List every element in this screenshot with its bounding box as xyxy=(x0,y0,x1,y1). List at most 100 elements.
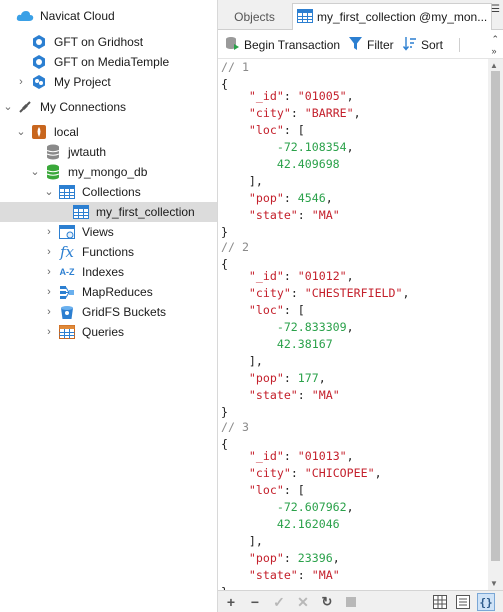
grid-view-icon[interactable] xyxy=(431,593,449,611)
field-id: "_id": "01013", xyxy=(248,449,354,463)
chevron-down-icon[interactable]: ⌄ xyxy=(3,102,13,113)
button-label: Begin Transaction xyxy=(244,38,341,52)
view-icon xyxy=(58,223,76,241)
json-document-view[interactable]: // 1 { "_id": "01005", "city": "BARRE", … xyxy=(218,59,488,590)
tree-item-label: Queries xyxy=(82,325,125,339)
tree-item-my-connections[interactable]: ⌄ My Connections xyxy=(0,97,217,117)
chevron-right-icon[interactable]: › xyxy=(16,77,26,88)
json-view-icon[interactable]: {} xyxy=(477,593,495,611)
sort-button[interactable]: Sort xyxy=(402,36,443,54)
field-loc: "loc": [ xyxy=(248,303,305,317)
scroll-down-arrow-icon[interactable]: ▼ xyxy=(490,579,498,588)
transaction-icon xyxy=(225,36,240,54)
chevron-right-icon[interactable]: › xyxy=(44,247,54,258)
tree-item-label: GridFS Buckets xyxy=(82,305,167,319)
vertical-scrollbar[interactable]: ▲ ▼ xyxy=(488,59,503,590)
tree-item-my-first-collection[interactable]: my_first_collection xyxy=(0,202,217,222)
tree-item-label: local xyxy=(54,125,79,139)
field-city: "city": "BARRE", xyxy=(248,106,361,120)
toolbar-overflow-chevron-icon[interactable]: ⌃» xyxy=(491,33,499,57)
filter-button[interactable]: Filter xyxy=(348,36,394,54)
chevron-right-icon[interactable]: › xyxy=(44,307,54,318)
server-icon xyxy=(30,33,48,51)
begin-transaction-button[interactable]: Begin Transaction xyxy=(225,36,340,54)
discard-x-icon[interactable]: ✕ xyxy=(295,594,311,610)
chevron-right-icon[interactable]: › xyxy=(44,227,54,238)
tree-item-collections[interactable]: ⌄ Collections xyxy=(0,182,217,202)
tree-item-label: My Project xyxy=(54,75,111,89)
navigation-tree: Navicat Cloud GFT on Gridhost GFT on Med… xyxy=(0,0,218,612)
field-city: "city": "CHICOPEE", xyxy=(248,466,382,480)
tab-my-first-collection[interactable]: my_first_collection @my_mon... xyxy=(292,3,492,30)
form-view-icon[interactable] xyxy=(454,593,472,611)
loc-latitude: 42.38167 xyxy=(276,337,333,351)
refresh-icon[interactable]: ↻ xyxy=(319,594,335,610)
tree-item-label: MapReduces xyxy=(82,285,153,299)
project-icon xyxy=(30,73,48,91)
field-city: "city": "CHESTERFIELD", xyxy=(248,286,410,300)
mongodb-leaf-icon xyxy=(30,123,48,141)
chevron-right-icon[interactable]: › xyxy=(44,267,54,278)
tree-item-label: GFT on MediaTemple xyxy=(54,55,170,69)
tree-item-gridfs-buckets[interactable]: › GridFS Buckets xyxy=(0,302,217,322)
index-az-icon: A-Z xyxy=(59,267,75,277)
tree-item-queries[interactable]: › Queries xyxy=(0,322,217,342)
tree-item-label: jwtauth xyxy=(68,145,107,159)
tab-overflow-menu-icon[interactable]: ☰ xyxy=(491,4,500,15)
tree-item-my-mongo-db[interactable]: ⌄ my_mongo_db xyxy=(0,162,217,182)
record-toolbar: + − ✓ ✕ ↻ {} xyxy=(218,590,503,612)
tree-item-label: Navicat Cloud xyxy=(40,9,115,23)
collection-table-icon xyxy=(58,183,76,201)
tree-item-jwtauth[interactable]: jwtauth xyxy=(0,142,217,162)
connection-plug-icon xyxy=(16,98,34,116)
mapreduce-icon xyxy=(58,283,76,301)
chevron-right-icon[interactable]: › xyxy=(44,327,54,338)
tree-item-views[interactable]: › Views xyxy=(0,222,217,242)
tree-item-label: my_first_collection xyxy=(96,205,195,219)
chevron-down-icon[interactable]: ⌄ xyxy=(30,167,40,178)
tree-item-label: Views xyxy=(82,225,114,239)
server-icon xyxy=(30,53,48,71)
tree-item-label: Indexes xyxy=(82,265,125,279)
scroll-up-arrow-icon[interactable]: ▲ xyxy=(490,61,498,70)
toolbar: Begin Transaction Filter Sort ⌃» xyxy=(218,31,503,59)
field-id: "_id": "01012", xyxy=(248,269,354,283)
chevron-down-icon[interactable]: ⌄ xyxy=(16,127,26,138)
tree-item-navicat-cloud[interactable]: Navicat Cloud xyxy=(0,6,217,26)
loc-longitude: -72.108354, xyxy=(276,140,354,154)
sort-icon xyxy=(402,36,417,54)
button-label: Filter xyxy=(367,38,394,52)
button-label: Sort xyxy=(421,38,444,52)
delete-record-minus-icon[interactable]: − xyxy=(247,594,263,610)
chevron-down-icon[interactable]: ⌄ xyxy=(44,187,54,198)
field-loc: "loc": [ xyxy=(248,123,305,137)
chevron-right-icon[interactable]: › xyxy=(44,287,54,298)
tab-objects[interactable]: Objects xyxy=(218,3,291,30)
tree-item-local[interactable]: ⌄ local xyxy=(0,122,217,142)
tab-bar: Objects my_first_collection @my_mon... ☰ xyxy=(218,0,503,30)
field-loc: "loc": [ xyxy=(248,483,305,497)
field-state: "state": "MA" xyxy=(248,388,340,402)
tab-label: my_first_collection @my_mon... xyxy=(317,10,487,24)
tree-item-mapreduces[interactable]: › MapReduces xyxy=(0,282,217,302)
document-comment: // 3 xyxy=(221,420,249,434)
field-state: "state": "MA" xyxy=(248,208,340,222)
apply-check-icon[interactable]: ✓ xyxy=(271,594,287,610)
tree-item-label: GFT on Gridhost xyxy=(54,35,144,49)
query-icon xyxy=(58,323,76,341)
stop-square-icon[interactable] xyxy=(343,594,359,610)
tree-item-my-project[interactable]: › My Project xyxy=(0,72,217,92)
tree-item-functions[interactable]: › fx Functions xyxy=(0,242,217,262)
close-bracket: ], xyxy=(248,534,263,548)
toolbar-divider xyxy=(459,38,460,52)
tree-item-indexes[interactable]: › A-Z Indexes xyxy=(0,262,217,282)
scrollbar-thumb[interactable] xyxy=(491,71,500,561)
close-bracket: ], xyxy=(248,354,263,368)
field-state: "state": "MA" xyxy=(248,568,340,582)
tree-item-gft-gridhost[interactable]: GFT on Gridhost xyxy=(0,32,217,52)
add-record-plus-icon[interactable]: + xyxy=(223,594,239,610)
database-icon xyxy=(44,143,62,161)
tree-item-gft-mediatemple[interactable]: GFT on MediaTemple xyxy=(0,52,217,72)
database-icon xyxy=(44,163,62,181)
collection-table-icon xyxy=(72,203,90,221)
